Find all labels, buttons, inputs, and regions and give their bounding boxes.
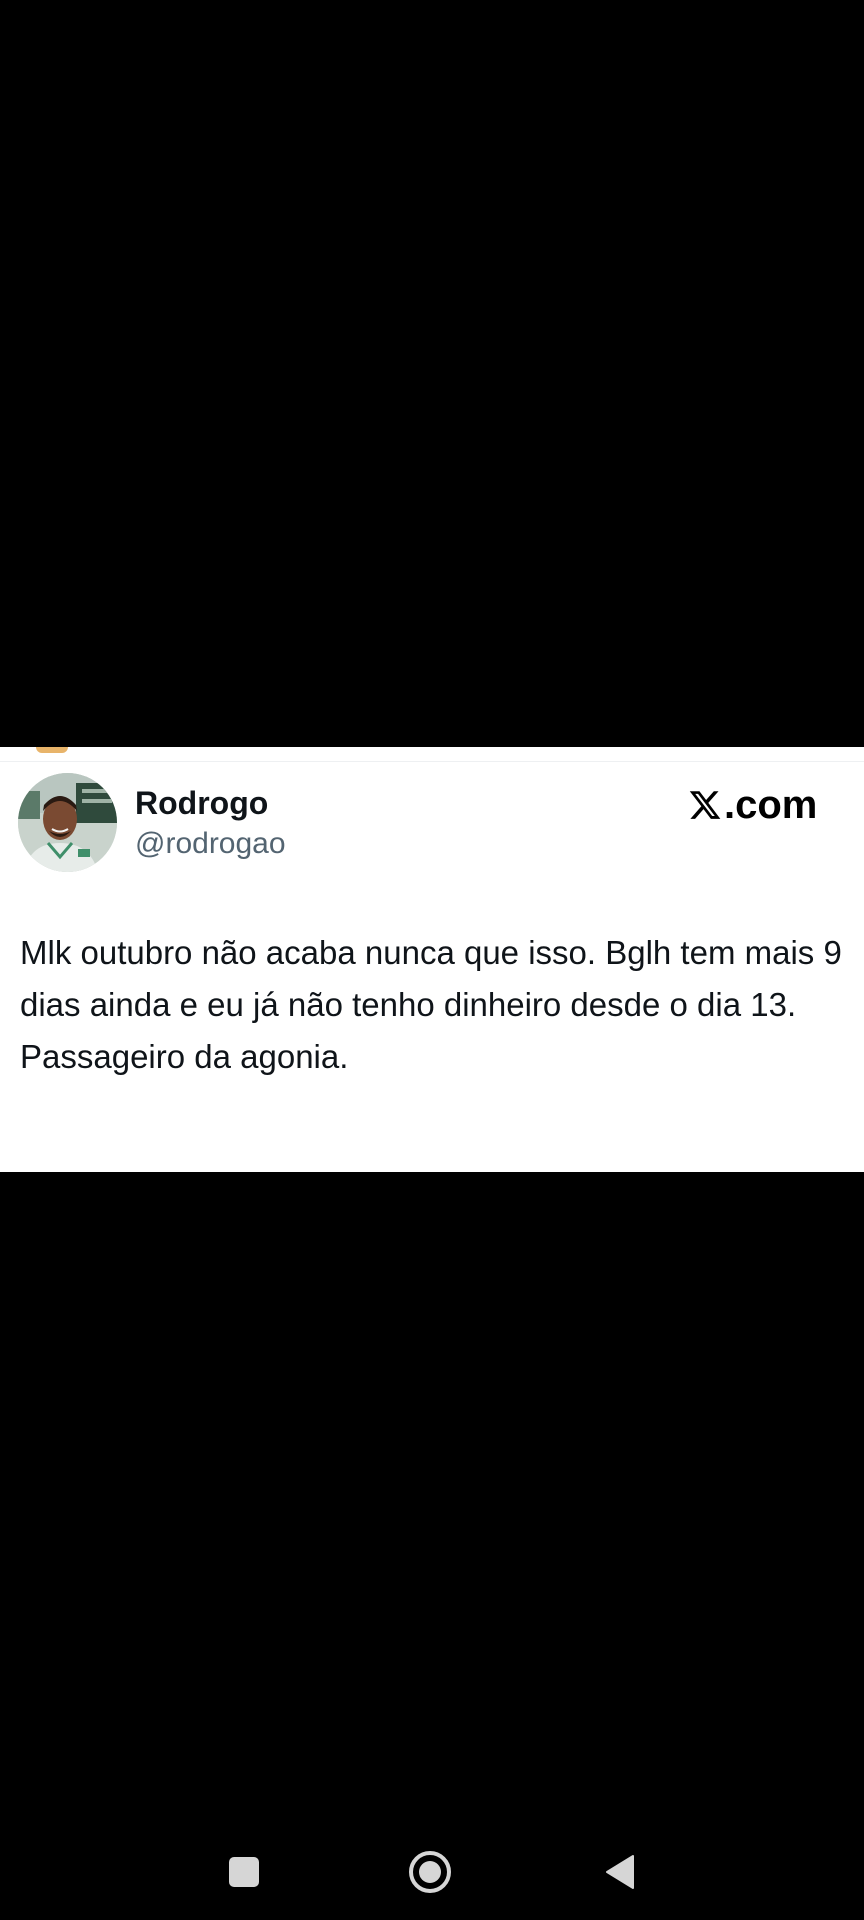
tweet-card: Rodrogo @rodrogao .com Mlk outubro não a… [0, 747, 864, 1172]
triangle-back-icon [606, 1855, 634, 1889]
tweet-text: Mlk outubro não acaba nunca que isso. Bg… [20, 927, 850, 1083]
handle[interactable]: @rodrogao [135, 826, 286, 862]
avatar[interactable] [18, 773, 117, 872]
brand-logo: .com [688, 781, 817, 833]
tweet-text-line: Mlk outubro não acaba nunca que isso. Bg… [20, 934, 842, 1023]
x-logo-icon [688, 785, 722, 833]
avatar-photo [18, 773, 117, 872]
display-name[interactable]: Rodrogo [135, 784, 268, 822]
recents-button[interactable] [222, 1850, 266, 1894]
navigation-bar [0, 1810, 864, 1920]
brand-suffix: .com [724, 783, 818, 827]
home-button[interactable] [405, 1847, 455, 1897]
previous-avatar-edge [36, 747, 68, 753]
square-recents-icon [229, 1857, 259, 1887]
back-button[interactable] [598, 1850, 642, 1894]
separator [0, 761, 864, 762]
tweet-text-line: Passageiro da agonia. [20, 1038, 349, 1075]
circle-home-icon [409, 1851, 451, 1893]
